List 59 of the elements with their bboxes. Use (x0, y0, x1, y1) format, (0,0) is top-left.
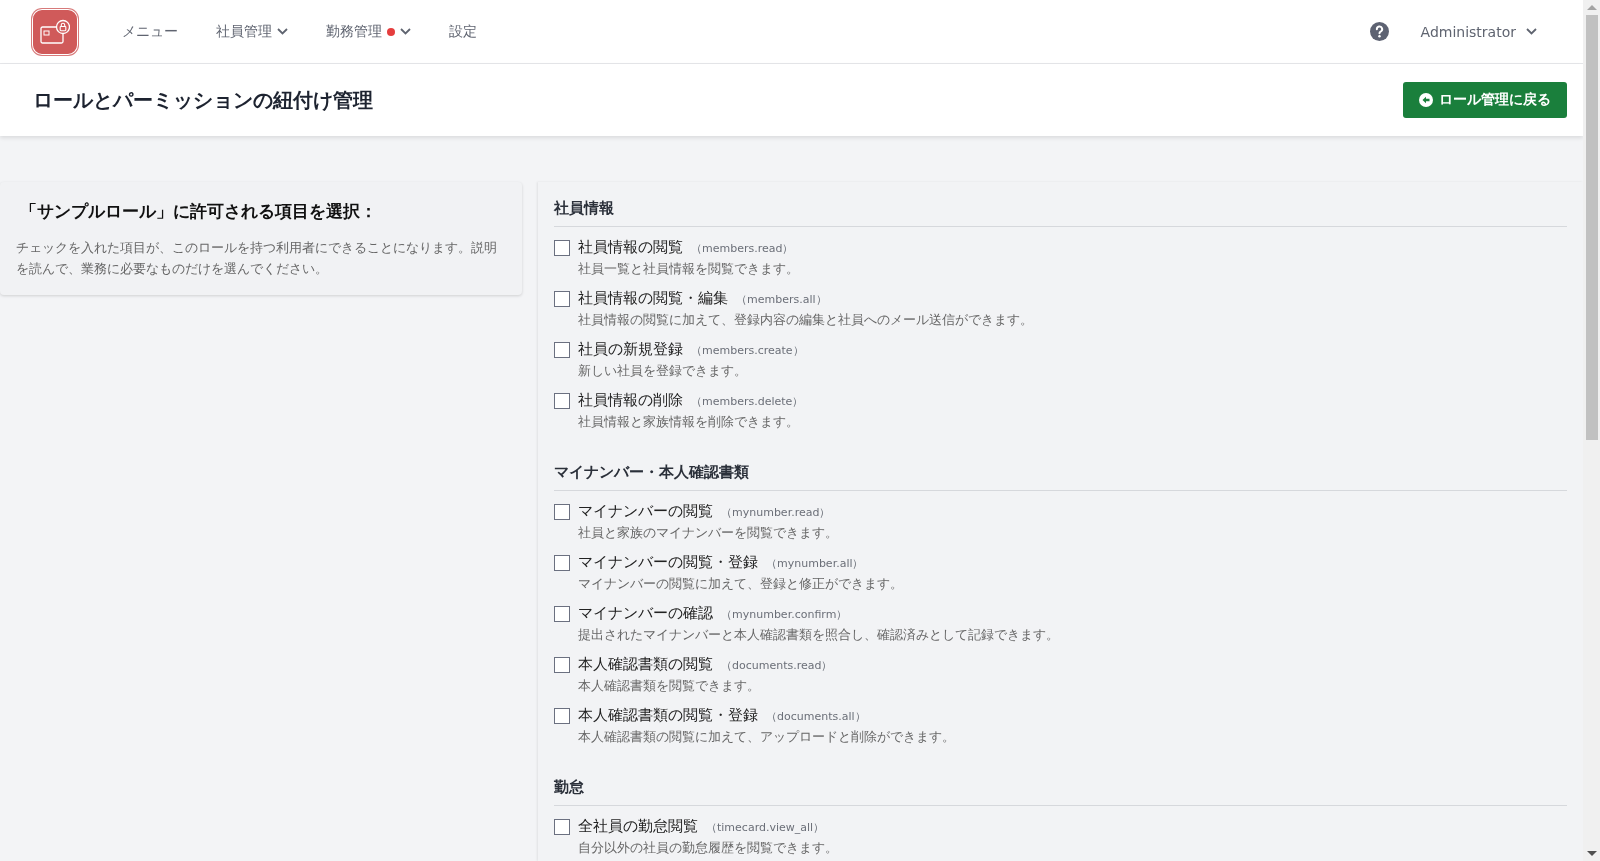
permission-code: （members.all） (736, 292, 827, 307)
permission-label[interactable]: 本人確認書類の閲覧 (578, 654, 713, 675)
user-menu[interactable]: Administrator (1420, 23, 1537, 40)
permission-label[interactable]: 社員情報の閲覧 (578, 237, 683, 258)
back-arrow-icon (1419, 93, 1433, 107)
permission-code: （members.delete） (691, 394, 804, 409)
permission-description: 社員一覧と社員情報を閲覧できます。 (578, 260, 799, 278)
permission-code: （documents.all） (766, 709, 866, 724)
scroll-thumb[interactable] (1585, 15, 1598, 440)
nav-link[interactable]: 設定 (449, 22, 477, 41)
checkbox[interactable] (554, 606, 570, 622)
permission-label[interactable]: マイナンバーの確認 (578, 603, 713, 624)
intro-heading: 「サンプルロール」に許可される項目を選択： (20, 200, 378, 223)
chevron-down-icon (1526, 28, 1537, 35)
checkbox[interactable] (554, 393, 570, 409)
checkbox[interactable] (554, 504, 570, 520)
permission-description: 社員情報と家族情報を削除できます。 (578, 413, 800, 431)
permission-description: 本人確認書類の閲覧に加えて、アップロードと削除ができます。 (578, 728, 955, 746)
section-heading: マイナンバー・本人確認書類 (554, 462, 750, 482)
permission-label[interactable]: 社員情報の閲覧・編集 (578, 288, 728, 309)
permission-code: （mynumber.confirm） (721, 607, 848, 622)
permission-code: （mynumber.read） (721, 505, 831, 520)
page-title: ロールとパーミッションの紐付け管理 (33, 86, 373, 114)
permission-description: 新しい社員を登録できます。 (578, 362, 748, 380)
permission-label[interactable]: 全社員の勤怠閲覧 (578, 816, 698, 837)
checkbox[interactable] (554, 291, 570, 307)
nav-link[interactable]: メニュー (122, 22, 178, 41)
checkbox[interactable] (554, 555, 570, 571)
permission-description: 提出されたマイナンバーと本人確認書類を照合し、確認済みとして記録できます。 (578, 626, 1059, 644)
section-heading: 勤怠 (554, 777, 585, 797)
permission-label[interactable]: 社員情報の削除 (578, 390, 683, 411)
intro-text: チェックを入れた項目が、このロールを持つ利用者にできることになります。説明を読んで、業務に必要なものだけを選んでください。 (16, 239, 498, 278)
permission-code: （documents.read） (721, 658, 833, 673)
permission-code: （members.read） (691, 241, 794, 256)
permission-description: 本人確認書類を閲覧できます。 (578, 677, 761, 695)
permission-code: （timecard.view_all） (706, 820, 825, 835)
permission-code: （mynumber.all） (766, 556, 864, 571)
scroll-down-icon[interactable] (1586, 851, 1597, 856)
logo-icon[interactable] (32, 8, 78, 55)
checkbox[interactable] (554, 657, 570, 673)
permission-description: 社員情報の閲覧に加えて、登録内容の編集と社員へのメール送信ができます。 (578, 311, 1033, 329)
permission-label[interactable]: 社員の新規登録 (578, 339, 683, 360)
permission-description: 自分以外の社員の勤怠履歴を閲覧できます。 (578, 839, 838, 857)
permission-description: 社員と家族のマイナンバーを閲覧できます。 (578, 524, 838, 542)
nav-link[interactable]: 社員管理 (216, 22, 288, 41)
help-icon[interactable] (1369, 22, 1389, 41)
section-heading: 社員情報 (554, 198, 615, 218)
checkbox[interactable] (554, 240, 570, 256)
permission-label[interactable]: 本人確認書類の閲覧・登録 (578, 705, 758, 726)
checkbox[interactable] (554, 819, 570, 835)
permission-description: マイナンバーの閲覧に加えて、登録と修正ができます。 (578, 575, 903, 593)
permission-code: （members.create） (691, 343, 804, 358)
checkbox[interactable] (554, 342, 570, 358)
nav-link[interactable]: 勤務管理 (326, 22, 411, 41)
permission-label[interactable]: マイナンバーの閲覧・登録 (578, 552, 758, 573)
checkbox[interactable] (554, 708, 570, 724)
permission-label[interactable]: マイナンバーの閲覧 (578, 501, 713, 522)
back-button[interactable]: ロール管理に戻る (1403, 82, 1567, 118)
scrollbar[interactable] (1583, 0, 1600, 861)
